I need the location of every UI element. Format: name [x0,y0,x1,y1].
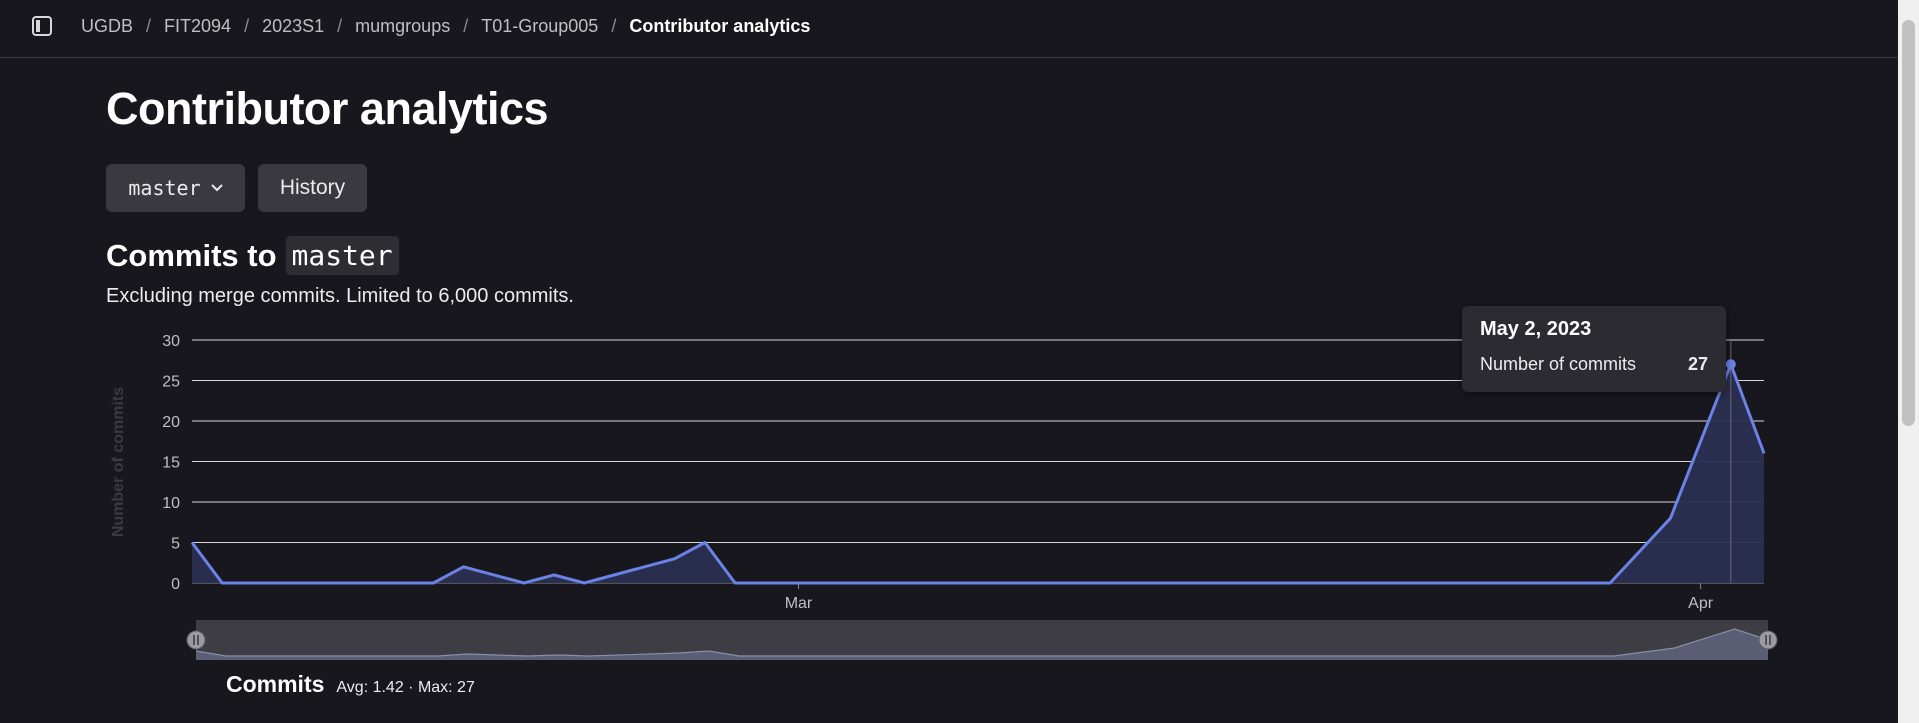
series-line [190,362,1766,585]
range-navigator[interactable] [196,620,1768,660]
y-tick-label: 0 [171,576,180,593]
x-tick-label: Mar [785,595,813,612]
tooltip-label: Number of commits [1480,354,1637,374]
y-tick-label: 15 [162,455,180,472]
range-handle-left[interactable] [186,630,206,650]
commits-summary: Commits Avg: 1.42 · Max: 27 [226,671,475,698]
tooltip-value: 27 [1687,354,1708,374]
y-tick-label: 5 [171,536,180,553]
y-tick-label: 20 [162,414,180,431]
y-tick-label: 30 [162,333,180,350]
y-tick-label: 25 [162,374,180,391]
y-tick-label: 10 [162,495,180,512]
page-scrollbar[interactable] [1898,0,1919,723]
chart-tooltip: May 2, 2023 Number of commits 27 [1462,306,1726,392]
scrollbar-thumb[interactable] [1902,20,1915,426]
summary-stats: Avg: 1.42 · Max: 27 [336,679,475,696]
range-handle-right[interactable] [1758,630,1778,650]
data-point[interactable] [1725,359,1736,370]
series-area [192,364,1764,583]
tooltip-date: May 2, 2023 [1480,318,1592,340]
y-axis-label: Number of commits [110,387,127,537]
summary-label: Commits [226,671,325,697]
x-tick-label: Apr [1688,595,1714,612]
